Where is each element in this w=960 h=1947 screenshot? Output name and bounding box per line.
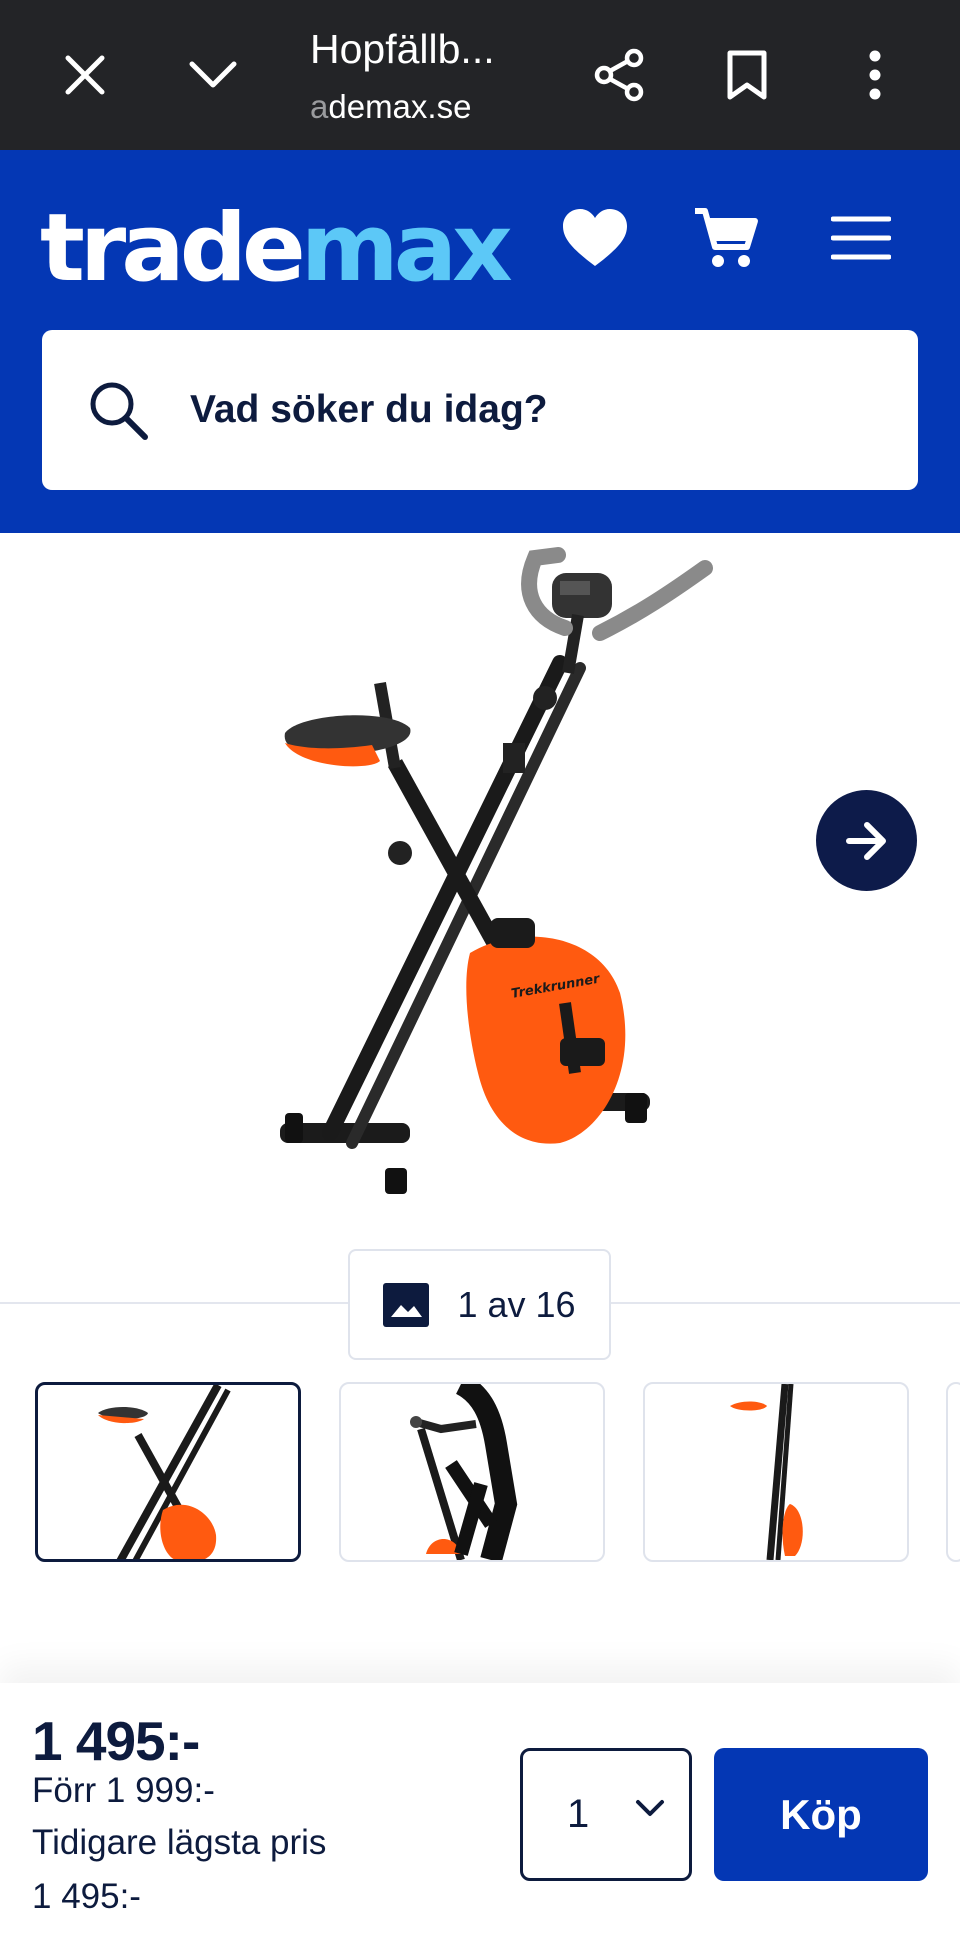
quantity-select[interactable]: 1 xyxy=(520,1748,692,1881)
url-text[interactable]: ademax.se xyxy=(310,88,471,126)
price: 1 495:- xyxy=(32,1710,200,1772)
share-icon[interactable] xyxy=(584,40,654,110)
product-image[interactable]: Trekkrunner xyxy=(0,533,960,1233)
trademax-logo[interactable]: trademax xyxy=(40,202,513,296)
thumbnail-3[interactable] xyxy=(643,1382,909,1562)
lowest-price-label: Tidigare lägsta pris xyxy=(32,1823,327,1862)
image-counter[interactable]: 1 av 16 xyxy=(348,1249,611,1360)
menu-icon[interactable] xyxy=(821,198,901,278)
chevron-down-icon xyxy=(636,1800,664,1816)
lowest-price: 1 495:- xyxy=(32,1877,141,1916)
arrow-right-icon xyxy=(845,821,886,860)
purchase-bar: 1 495:- Förr 1 999:- Tidigare lägsta pri… xyxy=(0,1683,960,1947)
bookmark-icon[interactable] xyxy=(712,40,782,110)
tab-title: Hopfällb... xyxy=(310,26,495,72)
search-icon xyxy=(82,374,154,446)
thumbnail-1[interactable] xyxy=(35,1382,301,1562)
more-vert-icon[interactable] xyxy=(840,40,910,110)
browser-toolbar: Hopfällb... ademax.se xyxy=(0,0,960,150)
thumbnail-2[interactable] xyxy=(339,1382,605,1562)
close-icon[interactable] xyxy=(50,40,120,110)
next-image-button[interactable] xyxy=(816,790,917,891)
thumbnail-4[interactable] xyxy=(946,1382,960,1562)
chevron-down-icon[interactable] xyxy=(178,40,248,110)
cart-icon[interactable] xyxy=(686,198,766,278)
buy-button[interactable]: Köp xyxy=(714,1748,928,1881)
image-counter-text: 1 av 16 xyxy=(457,1283,576,1325)
previous-price: Förr 1 999:- xyxy=(32,1771,215,1810)
search-input[interactable]: Vad söker du idag? xyxy=(42,330,918,490)
site-header: trademax Vad söker du idag? xyxy=(0,150,960,533)
search-placeholder: Vad söker du idag? xyxy=(190,388,548,431)
quantity-value: 1 xyxy=(567,1792,590,1836)
heart-icon[interactable] xyxy=(555,198,635,278)
image-icon xyxy=(383,1282,430,1327)
